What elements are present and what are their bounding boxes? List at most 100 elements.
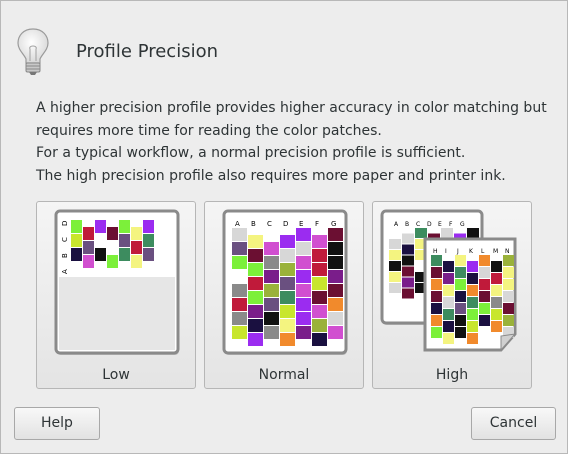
chart-patch <box>296 228 311 241</box>
cancel-button[interactable]: Cancel <box>471 407 556 440</box>
chart-patch <box>248 333 263 346</box>
chart-patch <box>503 267 514 278</box>
chart-patch <box>328 326 343 339</box>
chart-patch <box>328 312 343 325</box>
chart-patch <box>467 261 478 272</box>
chart-patch <box>467 285 478 296</box>
chart-patch <box>119 234 130 247</box>
chart-patch <box>431 303 442 314</box>
chart-letter: A <box>235 220 240 228</box>
chart-patch <box>264 298 279 311</box>
chart-patch <box>443 285 454 296</box>
chart-letter: C <box>416 221 420 228</box>
chart-patch <box>312 319 327 332</box>
chart-patch <box>431 255 442 266</box>
chart-patch <box>312 235 327 248</box>
chart-patch <box>389 272 401 282</box>
chart-patch <box>232 326 247 339</box>
chart-patch <box>264 242 279 255</box>
chart-patch <box>296 298 311 311</box>
chart-letter: B <box>251 220 256 228</box>
normal-precision-option[interactable]: A B C D E F G Normal <box>204 201 364 389</box>
chart-patch <box>443 261 454 272</box>
chart-patch <box>131 241 142 254</box>
chart-letter: E <box>438 221 442 228</box>
chart-patch <box>503 315 514 326</box>
chart-patch <box>479 291 490 302</box>
chart-letter: B <box>405 221 409 228</box>
chart-patch <box>95 234 106 247</box>
chart-letter: J <box>456 248 459 255</box>
chart-patch <box>312 263 327 276</box>
chart-patch <box>131 255 142 268</box>
low-precision-chart-icon: A B C D <box>54 209 180 355</box>
chart-patch <box>107 255 118 268</box>
chart-patch <box>248 319 263 332</box>
chart-patch <box>248 305 263 318</box>
page-curl <box>500 333 517 352</box>
chart-patch <box>328 298 343 311</box>
chart-patch <box>389 228 401 238</box>
chart-patch <box>296 284 311 297</box>
chart-patch <box>280 249 295 262</box>
chart-letter: D <box>427 221 432 228</box>
chart-patch <box>455 267 466 278</box>
chart-letter: H <box>433 248 438 255</box>
chart-patch <box>443 273 454 284</box>
chart-patch <box>415 228 427 238</box>
chart-patch <box>119 248 130 261</box>
normal-option-label: Normal <box>258 367 310 383</box>
chart-patch <box>131 227 142 240</box>
chart-patch <box>71 220 82 233</box>
chart-patch <box>264 284 279 297</box>
chart-patch <box>280 305 295 318</box>
chart-patch <box>503 291 514 302</box>
chart-patch <box>431 267 442 278</box>
low-chart-blank-area <box>59 277 175 350</box>
chart-patch <box>455 255 466 266</box>
chart-letter: F <box>315 220 319 228</box>
chart-letter: N <box>505 248 510 255</box>
chart-patch <box>479 255 490 266</box>
chart-patch <box>143 234 154 247</box>
chart-patch <box>312 249 327 262</box>
chart-patch <box>232 228 247 241</box>
chart-patch <box>232 298 247 311</box>
chart-patch <box>232 270 247 283</box>
chart-patch <box>296 326 311 339</box>
chart-patch <box>232 312 247 325</box>
help-button[interactable]: Help <box>14 407 100 440</box>
description-line: requires more time for reading the color… <box>36 122 382 139</box>
chart-patch <box>280 263 295 276</box>
chart-patch <box>402 233 414 244</box>
chart-patch <box>402 244 414 255</box>
chart-patch <box>280 333 295 346</box>
chart-patch <box>491 273 502 284</box>
low-precision-option[interactable]: A B C D Low <box>36 201 196 389</box>
dialog-title: Profile Precision <box>76 41 219 62</box>
chart-patch <box>83 255 94 268</box>
chart-patch <box>264 270 279 283</box>
chart-patch <box>312 291 327 304</box>
chart-patch <box>503 279 514 290</box>
chart-patch <box>232 256 247 269</box>
lightbulb-icon <box>17 28 49 75</box>
chart-patch <box>443 297 454 308</box>
chart-patch <box>143 248 154 261</box>
chart-patch <box>389 239 401 249</box>
chart-patch <box>83 227 94 240</box>
chart-letter: G <box>460 221 465 228</box>
chart-patch <box>455 315 466 326</box>
chart-patch <box>71 248 82 261</box>
chart-patch <box>441 228 453 238</box>
high-precision-option[interactable]: ABCDEFGHIJKLMN High <box>372 201 532 389</box>
chart-patch <box>143 220 154 233</box>
chart-patch <box>232 284 247 297</box>
chart-letter: E <box>299 220 303 228</box>
chart-letter: C <box>61 237 69 242</box>
chart-patch <box>95 248 106 261</box>
chart-patch <box>232 242 247 255</box>
high-precision-chart-icon: A B C D E F GH I J K L M N <box>380 209 517 352</box>
chart-patch <box>455 327 466 338</box>
chart-patch <box>248 277 263 290</box>
